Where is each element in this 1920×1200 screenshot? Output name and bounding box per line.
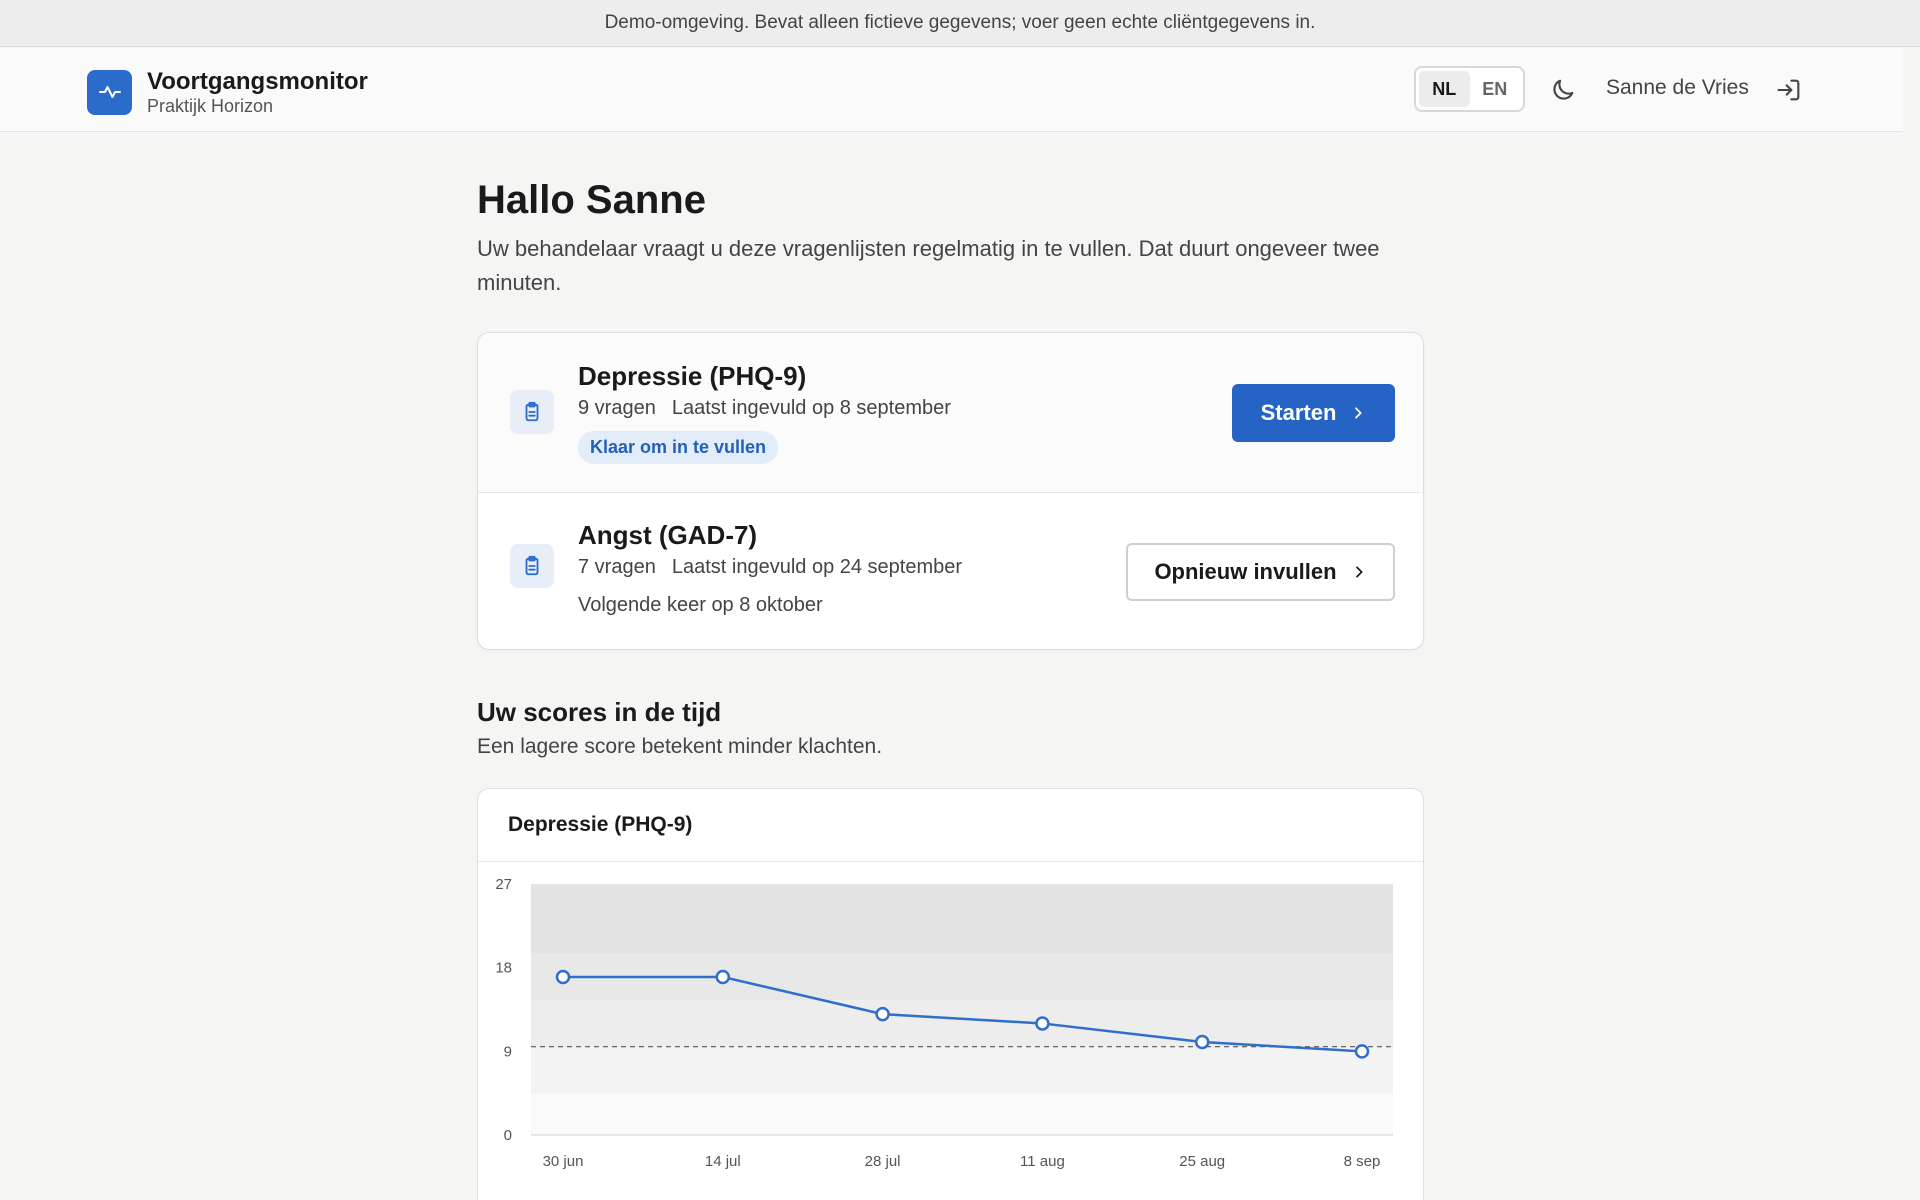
question-count: 7 vragen: [578, 556, 656, 578]
intro-text: Uw behandelaar vraagt u deze vragenlijst…: [477, 236, 1380, 295]
chevron-right-icon: [1355, 566, 1363, 578]
brand[interactable]: Voortgangsmonitor Praktijk Horizon: [87, 68, 368, 116]
scores-title: Uw scores in de tijd: [477, 697, 722, 727]
last-filled: Laatst ingevuld op 24 september: [671, 556, 963, 578]
chart-title: Depressie (PHQ-9): [478, 789, 1423, 862]
x-tick-label: 8 sep: [1344, 1153, 1381, 1170]
x-tick-label: 11 aug: [1020, 1153, 1065, 1170]
data-point: [1354, 1044, 1370, 1059]
severity-band: [531, 1000, 1393, 1047]
data-point: [555, 969, 571, 985]
language-en-button[interactable]: EN: [1470, 71, 1521, 107]
x-tick-label: 28 jul: [865, 1153, 901, 1170]
score-chart-card: Depressie (PHQ-9) 0 9 18 27 30 jun 14 jul 28 j…: [477, 788, 1424, 1200]
chevron-right-icon: [1355, 407, 1362, 419]
language-nl-button[interactable]: NL: [1419, 71, 1470, 107]
questionnaire-title: Angst (GAD-7): [578, 520, 758, 550]
severity-band: [531, 1093, 1393, 1135]
user-name: Sanne de Vries: [1606, 76, 1749, 99]
app-title: Voortgangsmonitor: [147, 68, 368, 95]
x-tick-label: 14 jul: [705, 1153, 741, 1170]
data-point: [715, 969, 731, 985]
questionnaire-title: Depressie (PHQ-9): [578, 361, 807, 391]
clipboard-icon: [510, 390, 554, 434]
x-tick-label: 30 jun: [543, 1153, 584, 1170]
questionnaire-meta: 7 vragen Laatst ingevuld op 24 september: [578, 556, 962, 579]
refill-button-label: Opnieuw invullen: [1154, 559, 1337, 584]
questionnaire-meta: 9 vragen Laatst ingevuld op 8 september: [578, 397, 951, 420]
y-tick-label: 0: [504, 1127, 512, 1144]
status-badge: Klaar om in te vullen: [578, 431, 779, 464]
y-tick-label: 9: [504, 1043, 512, 1060]
sign-in-arrow-icon[interactable]: [1775, 76, 1803, 104]
language-toggle: NL EN: [1414, 66, 1525, 112]
last-filled: Laatst ingevuld op 8 september: [671, 397, 951, 419]
top-navigation: Voortgangsmonitor Praktijk Horizon NL EN…: [0, 48, 1903, 132]
main-content: Hallo Sanne Uw behandelaar vraagt u deze…: [477, 170, 1424, 1200]
y-tick-label: 18: [495, 960, 512, 977]
page-title: Hallo Sanne: [477, 178, 706, 222]
next-date: Volgende keer op 8 oktober: [578, 594, 823, 616]
activity-pulse-icon: [87, 69, 132, 115]
severity-band: [531, 1046, 1393, 1094]
data-point: [1035, 1016, 1050, 1031]
refill-button[interactable]: Opnieuw invullen: [1126, 543, 1395, 601]
demo-banner-text: Demo-omgeving. Bevat alleen fictieve geg…: [604, 12, 1316, 33]
question-count: 9 vragen: [578, 397, 656, 419]
questionnaire-item-phq9: Depressie (PHQ-9) 9 vragen Laatst ingevul…: [478, 333, 1423, 493]
data-point: [875, 1006, 890, 1022]
start-button[interactable]: Starten: [1232, 384, 1395, 442]
questionnaire-list: Depressie (PHQ-9) 9 vragen Laatst ingevul…: [477, 332, 1424, 650]
x-tick-label: 25 aug: [1179, 1153, 1225, 1170]
demo-banner: Demo-omgeving. Bevat alleen fictieve geg…: [0, 0, 1920, 47]
practice-name: Praktijk Horizon: [147, 96, 274, 116]
start-button-label: Starten: [1260, 400, 1337, 425]
y-tick-label: 27: [495, 876, 512, 893]
score-line-chart: 0 9 18 27 30 jun 14 jul 28 jul 11 aug 25 aug 8 se…: [495, 876, 1393, 1170]
clipboard-icon: [510, 544, 554, 588]
severity-band: [531, 884, 1393, 954]
scores-subtitle: Een lagere score betekent minder klachte…: [477, 735, 883, 758]
questionnaire-item-gad7: Angst (GAD-7) 7 vragen Laatst ingevuld op…: [478, 493, 1423, 649]
moon-icon[interactable]: [1549, 76, 1577, 104]
data-point: [1194, 1034, 1210, 1050]
